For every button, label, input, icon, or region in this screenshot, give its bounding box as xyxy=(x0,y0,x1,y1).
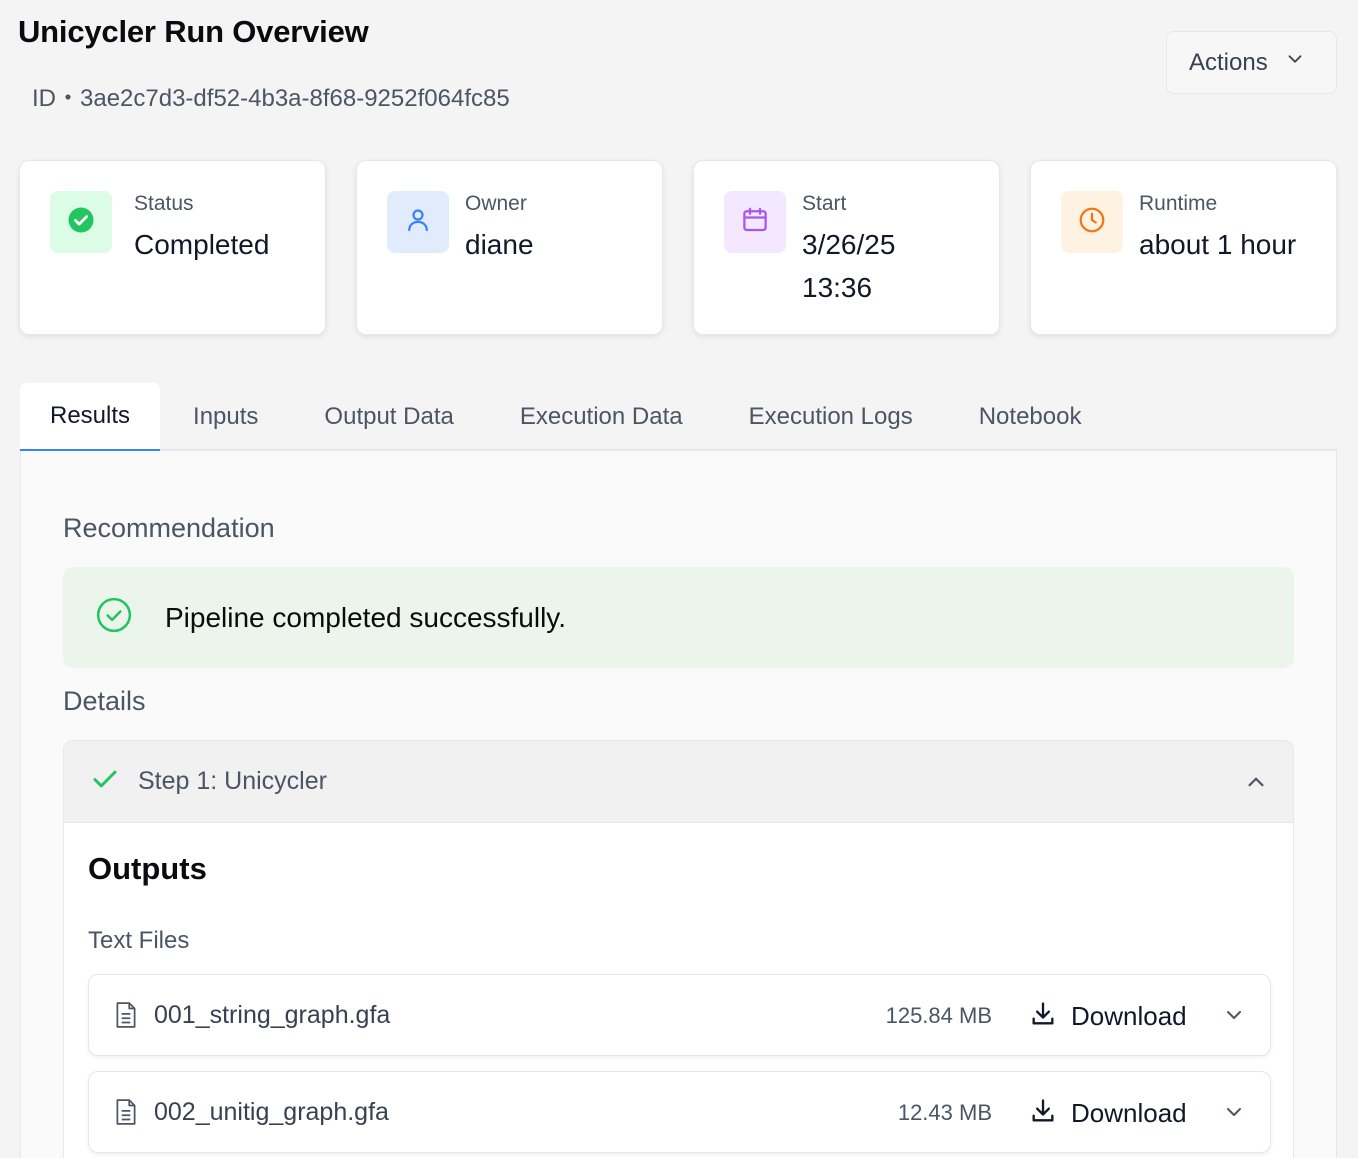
download-label: Download xyxy=(1071,1097,1187,1128)
check-circle-outline-icon xyxy=(95,596,133,639)
recommendation-banner: Pipeline completed successfully. xyxy=(63,567,1294,668)
chevron-down-icon xyxy=(1284,48,1306,77)
run-id: ID・3ae2c7d3-df52-4b3a-8f68-9252f064fc85 xyxy=(32,85,510,112)
download-icon xyxy=(1029,1000,1057,1033)
actions-button[interactable]: Actions xyxy=(1166,31,1337,94)
start-card: Start 3/26/25 13:36 xyxy=(693,160,1000,335)
clock-icon xyxy=(1077,205,1107,240)
download-icon xyxy=(1029,1097,1057,1130)
card-label: Status xyxy=(134,192,194,215)
card-value: diane xyxy=(465,229,534,260)
owner-icon-box xyxy=(387,191,449,253)
results-panel: Recommendation Pipeline completed succes… xyxy=(20,451,1337,1158)
start-icon-box xyxy=(724,191,786,253)
chevron-up-icon[interactable] xyxy=(1243,769,1269,800)
recommendation-heading: Recommendation xyxy=(63,513,275,543)
card-value: Completed xyxy=(134,229,270,260)
recommendation-text: Pipeline completed successfully. xyxy=(165,601,567,633)
card-value: about 1 hour xyxy=(1139,229,1297,260)
file-row: 002_unitig_graph.gfa 12.43 MB Download xyxy=(88,1071,1271,1153)
user-icon xyxy=(403,205,433,240)
check-circle-icon xyxy=(66,205,96,240)
card-label: Start xyxy=(802,192,847,215)
status-card: Status Completed xyxy=(19,160,326,335)
download-button[interactable]: Download xyxy=(1029,993,1187,1039)
file-name: 001_string_graph.gfa xyxy=(154,1001,391,1029)
tab-inputs[interactable]: Inputs xyxy=(160,383,291,451)
step-accordion: Step 1: Unicycler Outputs Text Files 001… xyxy=(63,740,1294,1158)
outputs-heading: Outputs xyxy=(88,851,207,886)
file-name: 002_unitig_graph.gfa xyxy=(154,1098,389,1126)
file-icon xyxy=(113,1098,139,1131)
text-files-heading: Text Files xyxy=(88,927,190,954)
tab-output-data[interactable]: Output Data xyxy=(291,383,486,451)
step-header[interactable]: Step 1: Unicycler xyxy=(64,741,1293,823)
card-label: Owner xyxy=(465,192,527,215)
file-size: 125.84 MB xyxy=(885,1003,992,1028)
calendar-icon xyxy=(740,205,770,240)
owner-card: Owner diane xyxy=(356,160,663,335)
page-title: Unicycler Run Overview xyxy=(18,14,369,49)
tab-execution-logs[interactable]: Execution Logs xyxy=(716,383,946,451)
check-icon xyxy=(90,764,120,799)
tab-notebook[interactable]: Notebook xyxy=(946,383,1115,451)
tab-bar: Results Inputs Output Data Execution Dat… xyxy=(20,383,1337,451)
status-icon-box xyxy=(50,191,112,253)
runtime-icon-box xyxy=(1061,191,1123,253)
download-label: Download xyxy=(1071,1000,1187,1031)
download-button[interactable]: Download xyxy=(1029,1090,1187,1136)
file-icon xyxy=(113,1001,139,1034)
chevron-down-icon[interactable] xyxy=(1222,1003,1246,1032)
details-heading: Details xyxy=(63,686,146,716)
card-value: 3/26/25 13:36 xyxy=(802,229,896,303)
card-label: Runtime xyxy=(1139,192,1218,215)
chevron-down-icon[interactable] xyxy=(1222,1100,1246,1129)
runtime-card: Runtime about 1 hour xyxy=(1030,160,1337,335)
tab-results[interactable]: Results xyxy=(20,383,161,451)
file-row: 001_string_graph.gfa 125.84 MB Download xyxy=(88,974,1271,1056)
step-title: Step 1: Unicycler xyxy=(138,767,327,795)
file-size: 12.43 MB xyxy=(897,1100,992,1125)
tab-execution-data[interactable]: Execution Data xyxy=(487,383,716,451)
actions-label: Actions xyxy=(1189,48,1268,76)
